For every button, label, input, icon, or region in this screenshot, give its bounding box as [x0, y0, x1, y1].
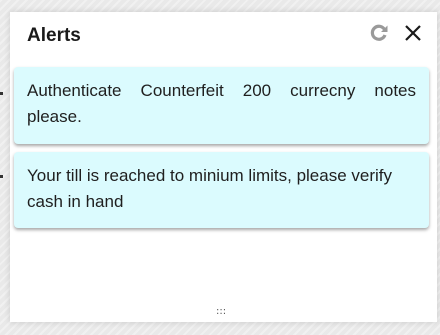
edge-marker [0, 175, 3, 178]
resize-grip[interactable]: ::: [216, 306, 226, 317]
close-icon [405, 25, 421, 41]
alerts-panel: Alerts Authenticate Counterfeit 200 curr… [10, 12, 437, 322]
refresh-icon [370, 24, 388, 41]
alerts-header: Alerts [10, 12, 437, 58]
edge-marker [0, 92, 3, 95]
alert-card[interactable]: Authenticate Counterfeit 200 currecny no… [14, 67, 429, 144]
panel-title: Alerts [27, 25, 81, 46]
alert-message: Your till is reached to minium limits, p… [27, 166, 393, 211]
refresh-button[interactable] [368, 22, 390, 44]
alert-message: Authenticate Counterfeit 200 currecny no… [27, 81, 416, 126]
alert-card[interactable]: Your till is reached to minium limits, p… [14, 152, 429, 228]
close-button[interactable] [402, 22, 424, 44]
